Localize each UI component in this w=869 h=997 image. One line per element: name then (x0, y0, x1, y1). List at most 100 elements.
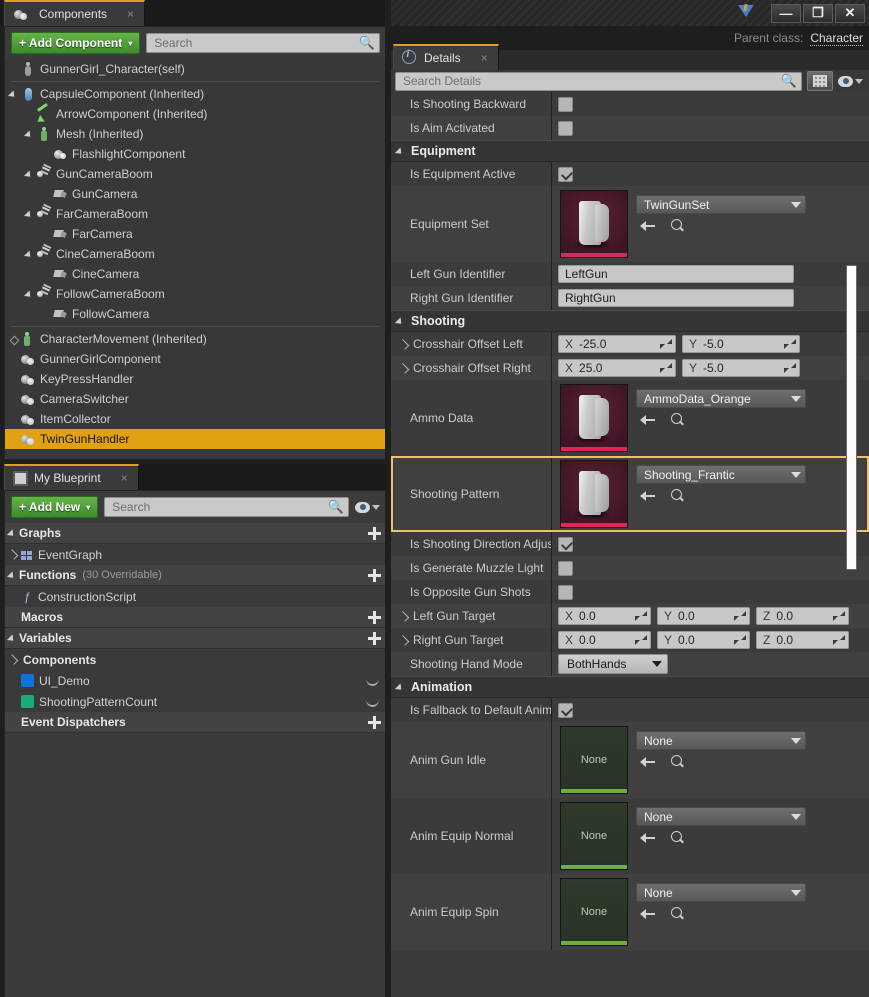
gun-asset-thumbnail[interactable] (560, 190, 628, 258)
checkbox[interactable] (558, 120, 573, 136)
use-selected-asset-icon[interactable] (640, 907, 656, 921)
add-item-button[interactable] (367, 568, 382, 583)
property-row[interactable]: Left Gun Target X 0.0 Y 0.0 Z 0.0 (391, 604, 869, 628)
expand-down-icon[interactable] (8, 570, 19, 581)
checkbox[interactable] (558, 96, 573, 112)
property-row[interactable]: Right Gun Target X 0.0 Y 0.0 Z 0.0 (391, 628, 869, 652)
component-tree-item[interactable]: GunCameraBoom (5, 164, 386, 184)
my-blueprint-category[interactable]: Graphs (5, 523, 386, 544)
add-item-button[interactable] (367, 526, 382, 541)
component-tree-item[interactable]: Mesh (Inherited) (5, 124, 386, 144)
browse-to-asset-icon[interactable] (670, 754, 685, 769)
numeric-input-x[interactable]: X 0.0 (558, 631, 651, 649)
property-row[interactable]: Is Equipment Active (391, 162, 869, 186)
component-tree-item[interactable]: FarCameraBoom (5, 204, 386, 224)
use-selected-asset-icon[interactable] (640, 413, 656, 427)
asset-dropdown[interactable]: Shooting_Frantic (636, 465, 806, 484)
variable-curve-icon[interactable] (365, 695, 381, 709)
details-section-header[interactable]: Equipment (391, 140, 869, 162)
property-row[interactable]: Ammo Data AmmoData_Orange (391, 380, 869, 456)
numeric-input-y[interactable]: Y 0.0 (657, 607, 750, 625)
use-selected-asset-icon[interactable] (640, 489, 656, 503)
browse-to-asset-icon[interactable] (670, 906, 685, 921)
property-row[interactable]: Is Aim Activated (391, 116, 869, 140)
property-row[interactable]: Anim Equip Spin None None (391, 874, 869, 950)
component-tree-item[interactable]: ItemCollector (5, 409, 386, 429)
expand-down-icon[interactable] (25, 209, 36, 220)
property-row[interactable]: Equipment Set TwinGunSet (391, 186, 869, 262)
numeric-input-y[interactable]: Y 0.0 (657, 631, 750, 649)
expand-down-icon[interactable] (396, 682, 407, 693)
spinner-icon[interactable] (660, 362, 672, 374)
tab-my-blueprint[interactable]: My Blueprint × (4, 464, 139, 490)
my-blueprint-search-input[interactable]: Search 🔍 (104, 497, 349, 517)
spinner-icon[interactable] (734, 610, 746, 622)
close-button[interactable]: ✕ (835, 3, 865, 23)
component-tree-item[interactable]: GunnerGirl_Character(self) (5, 59, 386, 79)
numeric-input-y[interactable]: Y -5.0 (682, 359, 800, 377)
details-content[interactable]: Is Shooting Backward Is Aim Activated Equi… (391, 92, 869, 997)
spinner-icon[interactable] (635, 610, 647, 622)
numeric-input-y[interactable]: Y -5.0 (682, 335, 800, 353)
minimize-button[interactable]: — (771, 3, 801, 23)
text-input[interactable]: LeftGun (558, 265, 794, 283)
property-row[interactable]: Is Generate Muzzle Light (391, 556, 869, 580)
property-row[interactable]: Is Shooting Direction Adjust (391, 532, 869, 556)
expand-right-icon[interactable] (399, 635, 410, 646)
checkbox[interactable] (558, 166, 573, 182)
expand-down-icon[interactable] (396, 146, 407, 157)
use-selected-asset-icon[interactable] (640, 219, 656, 233)
none-anim-thumbnail[interactable]: None (560, 878, 628, 946)
component-tree-item[interactable]: TwinGunHandler (5, 429, 386, 449)
expand-down-icon[interactable] (8, 528, 19, 539)
checkbox[interactable] (558, 702, 573, 718)
add-component-button[interactable]: + Add Component ▾ (11, 32, 141, 54)
property-row[interactable]: Shooting Pattern Shooting_Frantic (391, 456, 869, 532)
spinner-icon[interactable] (734, 634, 746, 646)
component-tree-item[interactable]: CharacterMovement (Inherited) (5, 329, 386, 349)
checkbox[interactable] (558, 560, 573, 576)
visibility-toggle-button[interactable] (355, 501, 380, 513)
details-visibility-button[interactable] (838, 75, 863, 87)
add-item-button[interactable] (367, 610, 382, 625)
component-tree-item[interactable]: FarCamera (5, 224, 386, 244)
property-row[interactable]: Anim Equip Normal None None (391, 798, 869, 874)
add-item-button[interactable] (367, 631, 382, 646)
details-search-input[interactable]: Search Details 🔍 (395, 71, 802, 91)
asset-dropdown[interactable]: None (636, 731, 806, 750)
component-tree-item[interactable]: CapsuleComponent (Inherited) (5, 84, 386, 104)
browse-to-asset-icon[interactable] (670, 218, 685, 233)
grid-view-button[interactable] (807, 71, 833, 91)
component-tree-item[interactable]: GunnerGirlComponent (5, 349, 386, 369)
expand-down-icon[interactable] (9, 89, 20, 100)
numeric-input-z[interactable]: Z 0.0 (756, 631, 849, 649)
my-blueprint-category[interactable]: Event Dispatchers (5, 712, 386, 733)
asset-dropdown[interactable]: None (636, 883, 806, 902)
expand-down-icon[interactable] (396, 316, 407, 327)
numeric-input-x[interactable]: X 0.0 (558, 607, 651, 625)
numeric-input-z[interactable]: Z 0.0 (756, 607, 849, 625)
close-icon[interactable]: × (121, 471, 128, 485)
text-input[interactable]: RightGun (558, 289, 794, 307)
component-tree[interactable]: GunnerGirl_Character(self) CapsuleCompone… (5, 59, 386, 459)
my-blueprint-item[interactable]: UI_Demo (5, 670, 386, 691)
component-tree-item[interactable]: FlashlightComponent (5, 144, 386, 164)
window-titlebar[interactable]: — ❐ ✕ (391, 0, 869, 26)
expand-down-icon[interactable] (8, 633, 19, 644)
expand-down-icon[interactable] (25, 129, 36, 140)
use-selected-asset-icon[interactable] (640, 831, 656, 845)
gun-asset-thumbnail[interactable] (560, 460, 628, 528)
use-selected-asset-icon[interactable] (640, 755, 656, 769)
details-section-header[interactable]: Shooting (391, 310, 869, 332)
component-tree-item[interactable]: CineCamera (5, 264, 386, 284)
numeric-input-x[interactable]: X 25.0 (558, 359, 676, 377)
checkbox[interactable] (558, 536, 573, 552)
spinner-icon[interactable] (635, 634, 647, 646)
property-row[interactable]: Right Gun Identifier RightGun (391, 286, 869, 310)
my-blueprint-category[interactable]: Functions (30 Overridable) (5, 565, 386, 586)
expand-right-icon[interactable] (399, 363, 410, 374)
browse-to-asset-icon[interactable] (670, 412, 685, 427)
checkbox[interactable] (558, 584, 573, 600)
asset-dropdown[interactable]: TwinGunSet (636, 195, 806, 214)
expand-right-icon[interactable] (399, 339, 410, 350)
